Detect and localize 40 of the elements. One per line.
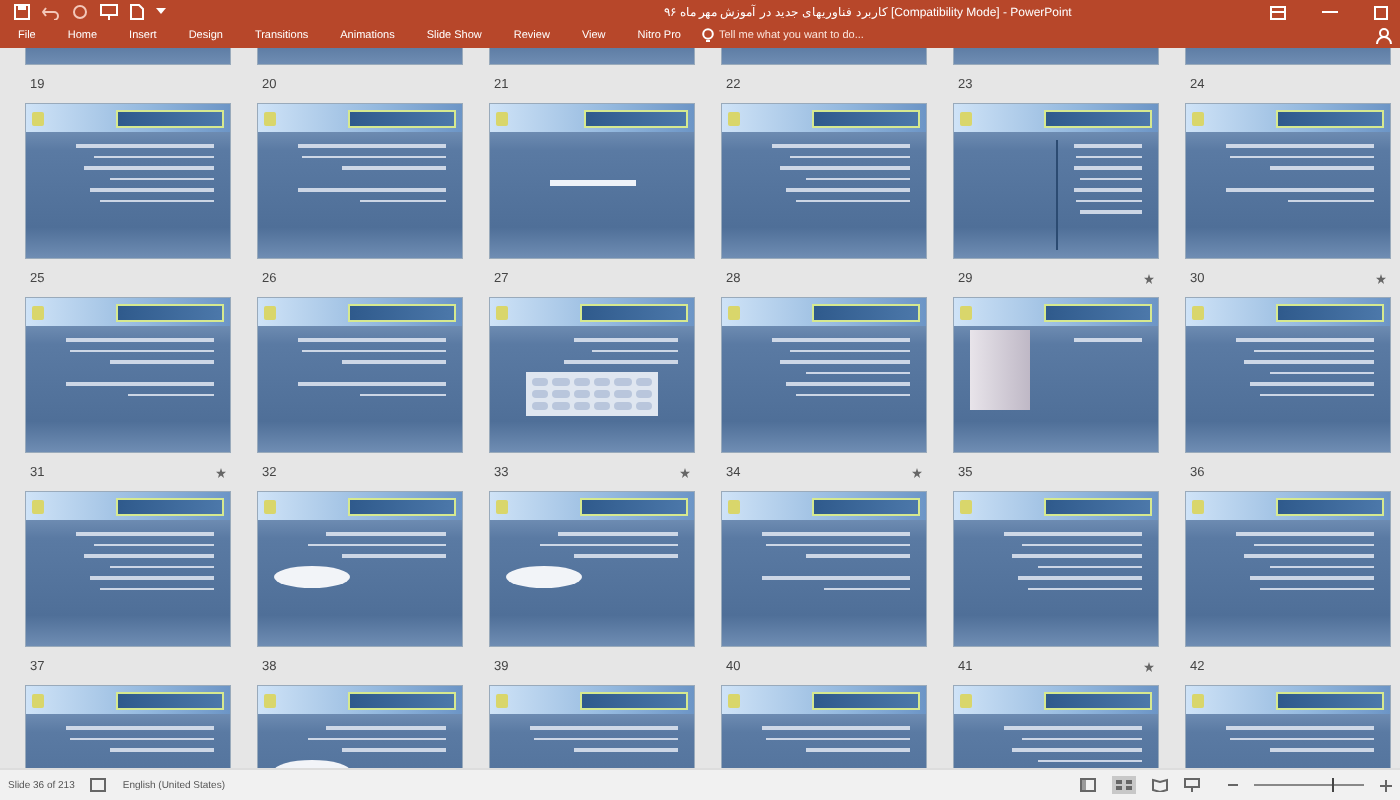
- spelling-icon[interactable]: [90, 778, 107, 792]
- slide-thumbnail[interactable]: [258, 104, 462, 258]
- slide-thumbnail[interactable]: [1186, 492, 1390, 646]
- slide-sorter-icon[interactable]: [1112, 776, 1136, 794]
- slideshow-icon[interactable]: [1184, 778, 1200, 792]
- new-document-icon[interactable]: [130, 4, 144, 20]
- presentation-icon[interactable]: [100, 4, 118, 20]
- slide-thumbnail[interactable]: [490, 492, 694, 646]
- slide-thumbnail[interactable]: [26, 104, 230, 258]
- slide-thumbnail[interactable]: [1186, 104, 1390, 258]
- normal-view-icon[interactable]: [1080, 778, 1096, 792]
- reading-view-icon[interactable]: [1152, 778, 1168, 792]
- slide-thumbnail[interactable]: [722, 298, 926, 452]
- slide-thumbnail[interactable]: [1186, 298, 1390, 452]
- transition-star-icon: [1144, 273, 1154, 283]
- slide-thumbnail[interactable]: [954, 104, 1158, 258]
- slide-thumbnail[interactable]: [258, 492, 462, 646]
- caret-icon[interactable]: [156, 8, 166, 16]
- user-icon[interactable]: [1376, 28, 1392, 44]
- minimize-icon[interactable]: [1322, 10, 1338, 14]
- slide-thumbnail[interactable]: [954, 492, 1158, 646]
- transition-star-icon: [912, 467, 922, 477]
- lightbulb-icon: [702, 28, 715, 44]
- zoom-in-icon[interactable]: [1380, 779, 1392, 791]
- transition-star-icon: [216, 467, 226, 477]
- transition-star-icon: [1376, 273, 1386, 283]
- slide-thumbnail[interactable]: [722, 104, 926, 258]
- slide-thumbnail[interactable]: [490, 104, 694, 258]
- slide-thumbnail[interactable]: [26, 298, 230, 452]
- slide-thumbnail[interactable]: [258, 298, 462, 452]
- maximize-icon[interactable]: [1374, 5, 1388, 19]
- slide-thumbnail[interactable]: [722, 492, 926, 646]
- slide-thumbnail[interactable]: [954, 298, 1158, 452]
- ribbon-display-icon[interactable]: [1270, 5, 1286, 19]
- transition-star-icon: [1144, 661, 1154, 671]
- undo-icon[interactable]: [42, 5, 60, 19]
- transition-star-icon: [680, 467, 690, 477]
- slide-thumbnail[interactable]: [490, 298, 694, 452]
- save-icon[interactable]: [14, 4, 30, 20]
- slide-thumbnail[interactable]: [26, 492, 230, 646]
